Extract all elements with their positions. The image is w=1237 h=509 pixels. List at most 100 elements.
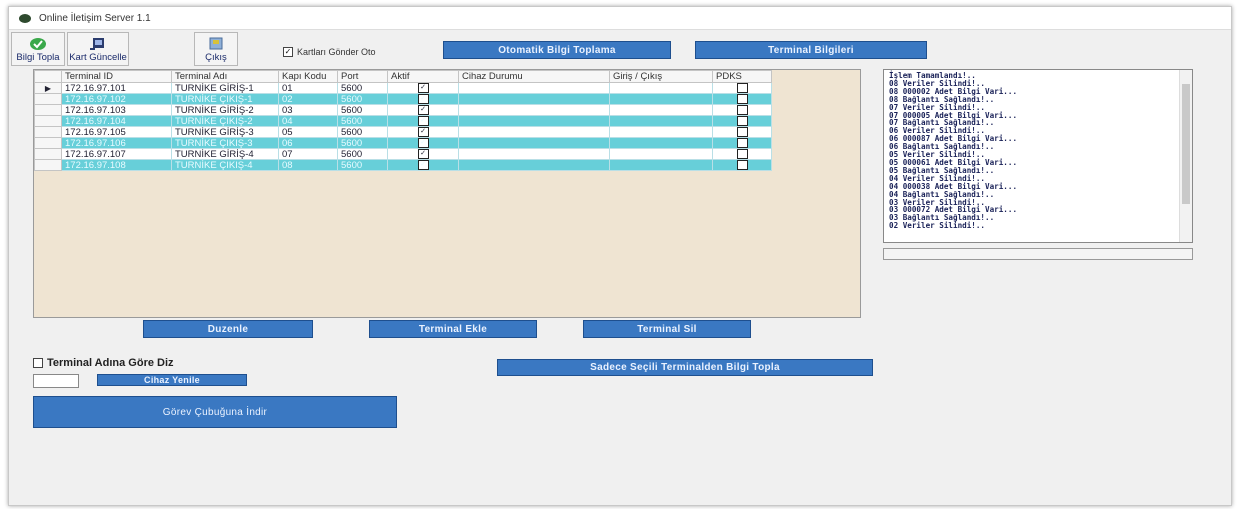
cell-entry-exit[interactable] — [609, 82, 713, 94]
collect-selected-terminal-button[interactable]: Sadece Seçili Terminalden Bilgi Topla — [497, 359, 873, 376]
col-entry-exit[interactable]: Giriş / Çıkış — [609, 70, 713, 83]
cell-terminal-name[interactable]: TURNİKE GİRİŞ-2 — [171, 104, 279, 116]
sort-by-name-checkbox-box[interactable] — [33, 358, 43, 368]
cell-device-status[interactable] — [458, 82, 610, 94]
cell-door-code[interactable]: 03 — [278, 104, 338, 116]
pdks-checkbox[interactable] — [736, 83, 748, 93]
cell-device-status[interactable] — [458, 126, 610, 138]
cell-terminal-name[interactable]: TURNİKE ÇIKIŞ-2 — [171, 115, 279, 127]
cell-port[interactable]: 5600 — [337, 104, 388, 116]
row-selector[interactable] — [34, 148, 62, 160]
minimize-to-taskbar-button[interactable]: Görev Çubuğuna İndir — [33, 396, 397, 428]
exit-button[interactable]: Çıkış — [194, 32, 238, 66]
terminal-info-button[interactable]: Terminal Bilgileri — [695, 41, 927, 59]
pdks-checkbox[interactable] — [736, 138, 748, 148]
row-selector[interactable] — [34, 137, 62, 149]
cell-terminal-id[interactable]: 172.16.97.104 — [61, 115, 172, 127]
cell-entry-exit[interactable] — [609, 148, 713, 160]
cell-pdks[interactable] — [712, 148, 772, 160]
cell-entry-exit[interactable] — [609, 126, 713, 138]
active-checkbox[interactable]: ✓ — [417, 127, 429, 137]
table-row[interactable]: 172.16.97.102 TURNİKE ÇIKIŞ-1 02 5600 ✓ — [34, 93, 772, 105]
cell-port[interactable]: 5600 — [337, 82, 388, 94]
log-list[interactable]: İşlem Tamamlandı!.. 08 Veriler Silindi!..… — [883, 69, 1193, 243]
pdks-checkbox[interactable] — [736, 94, 748, 104]
table-row[interactable]: 172.16.97.107 TURNİKE GİRİŞ-4 07 5600 ✓ — [34, 148, 772, 160]
cell-terminal-id[interactable]: 172.16.97.107 — [61, 148, 172, 160]
cell-device-status[interactable] — [458, 93, 610, 105]
cell-terminal-id[interactable]: 172.16.97.108 — [61, 159, 172, 171]
pdks-checkbox[interactable] — [736, 105, 748, 115]
cell-entry-exit[interactable] — [609, 115, 713, 127]
cell-terminal-name[interactable]: TURNİKE ÇIKIŞ-1 — [171, 93, 279, 105]
cell-terminal-name[interactable]: TURNİKE ÇIKIŞ-4 — [171, 159, 279, 171]
cell-active[interactable]: ✓ — [387, 137, 459, 149]
cell-entry-exit[interactable] — [609, 159, 713, 171]
cell-pdks[interactable] — [712, 159, 772, 171]
cell-port[interactable]: 5600 — [337, 93, 388, 105]
log-scrollbar-thumb[interactable] — [1182, 84, 1190, 204]
cell-active[interactable]: ✓ — [387, 104, 459, 116]
table-row[interactable]: 172.16.97.104 TURNİKE ÇIKIŞ-2 04 5600 ✓ — [34, 115, 772, 127]
row-selector[interactable] — [34, 93, 62, 105]
table-row[interactable]: ▶ 172.16.97.101 TURNİKE GİRİŞ-1 01 5600 ✓ — [34, 82, 772, 94]
row-selector[interactable] — [34, 159, 62, 171]
col-active[interactable]: Aktif — [387, 70, 459, 83]
cell-active[interactable]: ✓ — [387, 82, 459, 94]
edit-button[interactable]: Duzenle — [143, 320, 313, 338]
row-selector[interactable] — [34, 126, 62, 138]
cell-terminal-name[interactable]: TURNİKE GİRİŞ-3 — [171, 126, 279, 138]
col-device-status[interactable]: Cihaz Durumu — [458, 70, 610, 83]
col-port[interactable]: Port — [337, 70, 388, 83]
cell-pdks[interactable] — [712, 126, 772, 138]
active-checkbox[interactable]: ✓ — [417, 105, 429, 115]
col-door-code[interactable]: Kapı Kodu — [278, 70, 338, 83]
table-row[interactable]: 172.16.97.108 TURNİKE ÇIKIŞ-4 08 5600 ✓ — [34, 159, 772, 171]
cell-pdks[interactable] — [712, 82, 772, 94]
pdks-checkbox[interactable] — [736, 116, 748, 126]
cell-device-status[interactable] — [458, 115, 610, 127]
table-row[interactable]: 172.16.97.105 TURNİKE GİRİŞ-3 05 5600 ✓ — [34, 126, 772, 138]
cell-device-status[interactable] — [458, 104, 610, 116]
cell-terminal-id[interactable]: 172.16.97.102 — [61, 93, 172, 105]
cell-terminal-id[interactable]: 172.16.97.105 — [61, 126, 172, 138]
cell-active[interactable]: ✓ — [387, 126, 459, 138]
cell-door-code[interactable]: 08 — [278, 159, 338, 171]
cell-door-code[interactable]: 02 — [278, 93, 338, 105]
cell-active[interactable]: ✓ — [387, 148, 459, 160]
refresh-device-button[interactable]: Cihaz Yenile — [97, 374, 247, 386]
col-terminal-name[interactable]: Terminal Adı — [171, 70, 279, 83]
cell-door-code[interactable]: 04 — [278, 115, 338, 127]
cell-entry-exit[interactable] — [609, 104, 713, 116]
cell-terminal-name[interactable]: TURNİKE ÇIKIŞ-3 — [171, 137, 279, 149]
log-scrollbar[interactable] — [1179, 70, 1192, 242]
cell-door-code[interactable]: 01 — [278, 82, 338, 94]
delete-terminal-button[interactable]: Terminal Sil — [583, 320, 751, 338]
cell-terminal-name[interactable]: TURNİKE GİRİŞ-1 — [171, 82, 279, 94]
cell-terminal-id[interactable]: 172.16.97.103 — [61, 104, 172, 116]
cell-active[interactable]: ✓ — [387, 115, 459, 127]
cell-port[interactable]: 5600 — [337, 148, 388, 160]
active-checkbox[interactable]: ✓ — [417, 116, 429, 126]
cell-port[interactable]: 5600 — [337, 115, 388, 127]
cell-device-status[interactable] — [458, 137, 610, 149]
table-row[interactable]: 172.16.97.103 TURNİKE GİRİŞ-2 03 5600 ✓ — [34, 104, 772, 116]
device-number-input[interactable] — [33, 374, 79, 388]
pdks-checkbox[interactable] — [736, 127, 748, 137]
cell-door-code[interactable]: 05 — [278, 126, 338, 138]
cell-active[interactable]: ✓ — [387, 93, 459, 105]
row-selector[interactable] — [34, 104, 62, 116]
cell-port[interactable]: 5600 — [337, 126, 388, 138]
active-checkbox[interactable]: ✓ — [417, 160, 429, 170]
cell-port[interactable]: 5600 — [337, 159, 388, 171]
cell-door-code[interactable]: 07 — [278, 148, 338, 160]
active-checkbox[interactable]: ✓ — [417, 149, 429, 159]
collect-button[interactable]: Bilgi Topla — [11, 32, 65, 66]
row-selector[interactable]: ▶ — [34, 82, 62, 94]
cell-active[interactable]: ✓ — [387, 159, 459, 171]
cell-pdks[interactable] — [712, 137, 772, 149]
sort-by-name-checkbox[interactable]: Terminal Adına Göre Diz — [33, 357, 174, 369]
cell-terminal-id[interactable]: 172.16.97.106 — [61, 137, 172, 149]
cell-terminal-id[interactable]: 172.16.97.101 — [61, 82, 172, 94]
active-checkbox[interactable]: ✓ — [417, 83, 429, 93]
